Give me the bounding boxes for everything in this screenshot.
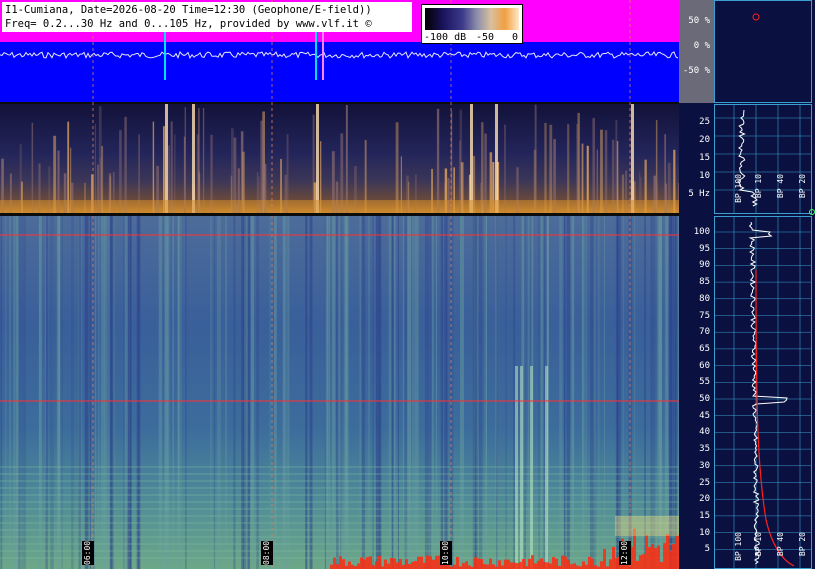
high-frequency-axis-label: 15	[699, 510, 710, 521]
bp-label: BP 100	[734, 532, 743, 561]
title-line-2: Freq= 0.2...30 Hz and 0...105 Hz, provid…	[5, 18, 372, 30]
waveform-axis: 50 % 0 % -50 %	[679, 0, 714, 103]
time-label-0800: 08:00	[261, 540, 273, 565]
title-box: I1-Cumiana, Date=2026-08-20 Time=12:30 (…	[2, 2, 412, 32]
high-frequency-axis-label: 5	[704, 544, 710, 555]
high-frequency-axis-label: 10	[699, 527, 710, 538]
bp-label: BP 40	[776, 532, 785, 557]
colorbar-min-label: -100 dB	[424, 32, 467, 43]
time-grid	[92, 0, 631, 569]
title-line-1: I1-Cumiana, Date=2026-08-20 Time=12:30 (…	[5, 4, 372, 16]
colorbar-max-label: 0	[512, 32, 519, 43]
high-frequency-axis: 100 95 90 85 80 75 70 65 60 55 50 45 40 35 30 25 20 15 10 5	[679, 216, 714, 569]
high-frequency-axis-label: 95	[699, 243, 710, 254]
side-panel: BP 100 BP 10 BP 40 BP 20 BP 100 BP 10 BP…	[714, 0, 815, 569]
time-label-0600: 06:00	[82, 540, 94, 565]
high-frequency-axis-label: 70	[699, 327, 710, 338]
low-frequency-axis: 25 20 15 10 5 Hz	[679, 104, 714, 214]
bp-label: BP 20	[798, 532, 807, 557]
waveform-axis-label: 0 %	[693, 41, 710, 51]
low-frequency-axis-label: 10	[699, 171, 710, 181]
high-frequency-axis-label: 90	[699, 260, 710, 271]
side-fit-curve	[755, 269, 795, 567]
high-frequency-axis-label: 80	[699, 293, 710, 304]
colorbar-gradient	[425, 8, 519, 30]
high-frequency-axis-label: 35	[699, 444, 710, 455]
high-frequency-axis-label: 25	[699, 477, 710, 488]
spectrogram-area: I1-Cumiana, Date=2026-08-20 Time=12:30 (…	[0, 0, 679, 569]
waveform-axis-label: -50 %	[682, 66, 710, 76]
high-frequency-axis-label: 45	[699, 410, 710, 421]
colorbar-mid-label: -50	[476, 32, 495, 43]
high-frequency-axis-label: 85	[699, 277, 710, 288]
low-frequency-axis-label: 15	[699, 153, 710, 163]
low-frequency-axis-label: 25	[699, 117, 710, 127]
side-high-spectrum	[748, 221, 788, 565]
side-marker	[809, 209, 815, 215]
high-frequency-axis-label: 55	[699, 377, 710, 388]
side-marker	[752, 13, 760, 21]
high-frequency-axis-label: 100	[693, 227, 710, 237]
bp-label: BP 40	[776, 174, 785, 199]
bp-label: BP 100	[734, 174, 743, 203]
high-frequency-axis-label: 50	[699, 394, 710, 404]
low-frequency-axis-label: 5 Hz	[688, 189, 710, 199]
bp-label: BP 20	[798, 174, 807, 199]
high-frequency-axis-label: 60	[699, 360, 710, 371]
bp-label: BP 10	[754, 532, 763, 557]
high-frequency-axis-label: 20	[699, 494, 710, 505]
side-spectrum-plot	[714, 13, 815, 569]
high-frequency-axis-label: 40	[699, 427, 710, 438]
waveform-axis-label: 50 %	[688, 16, 710, 26]
bp-label: BP 10	[754, 174, 763, 199]
high-frequency-axis-label: 75	[699, 310, 710, 321]
time-label-1000: 10:00	[440, 540, 452, 565]
high-frequency-axis-label: 30	[699, 460, 710, 471]
time-label-1200: 12:00	[619, 540, 631, 565]
high-frequency-axis-label: 65	[699, 343, 710, 354]
colorbar: -100 dB -50 0	[421, 4, 523, 44]
low-frequency-axis-label: 20	[699, 135, 710, 145]
